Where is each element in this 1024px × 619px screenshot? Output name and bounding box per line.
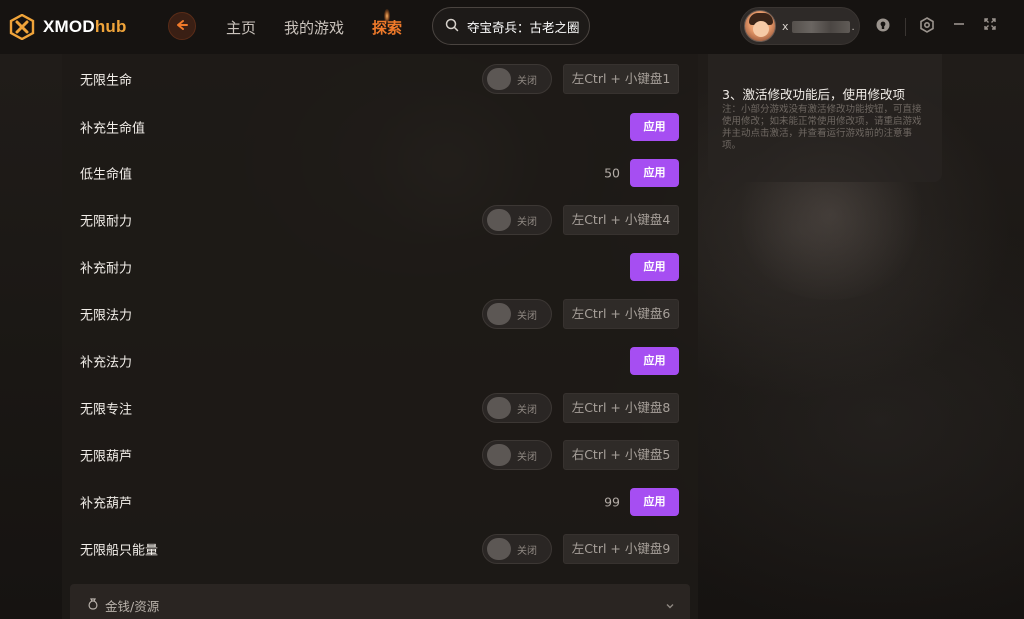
arrow-left-icon: [175, 17, 189, 36]
avatar: [744, 10, 776, 42]
instruction-card: 3、激活修改功能后，使用修改项 注：小部分游戏没有激活修改功能按钮，可直接使用修…: [708, 54, 942, 182]
cheat-row: 低生命值 50 应用: [62, 150, 698, 196]
cheat-row: 无限葫芦 关闭 右Ctrl + 小键盘5: [62, 432, 698, 478]
cheat-toggle[interactable]: 关闭: [482, 440, 552, 470]
instruction-step: 3、激活修改功能后，使用修改项: [722, 87, 905, 102]
cheat-value[interactable]: 50: [604, 166, 620, 181]
cheat-label: 无限法力: [80, 308, 133, 324]
hotkey-field[interactable]: 左Ctrl + 小键盘9: [563, 534, 679, 564]
apply-button[interactable]: 应用: [630, 159, 679, 187]
cheat-row: 补充葫芦 99 应用: [62, 479, 698, 525]
logo-text: XMODhub: [43, 17, 127, 36]
hotkey-field[interactable]: 左Ctrl + 小键盘1: [563, 64, 679, 94]
hotkey-field[interactable]: 左Ctrl + 小键盘6: [563, 299, 679, 329]
main-nav: 主页 我的游戏 探索: [226, 0, 430, 54]
cheat-row: 补充耐力 应用: [62, 244, 698, 290]
cheat-label: 补充法力: [80, 355, 133, 371]
back-button[interactable]: [168, 12, 196, 40]
cheat-label: 无限专注: [80, 402, 133, 418]
cheat-label: 无限生命: [80, 73, 133, 89]
top-bar: XMODhub 主页 我的游戏 探索 夺宝奇兵：古老之圈 x.: [0, 0, 1024, 54]
cheat-label: 低生命值: [80, 167, 133, 183]
apply-button[interactable]: 应用: [630, 253, 679, 281]
minimize-icon[interactable]: [952, 17, 966, 31]
cheat-label: 补充生命值: [80, 121, 146, 137]
cheat-label: 无限船只能量: [80, 543, 159, 559]
xmod-logo-icon: [9, 13, 35, 41]
divider: [905, 18, 906, 36]
notification-icon[interactable]: [875, 17, 891, 33]
chevron-down-icon[interactable]: [664, 597, 676, 616]
search-icon: [445, 17, 459, 36]
cheat-row: 无限专注 关闭 左Ctrl + 小键盘8: [62, 385, 698, 431]
cheat-row: 无限船只能量 关闭 左Ctrl + 小键盘9: [62, 526, 698, 572]
cheat-value[interactable]: 99: [604, 495, 620, 510]
money-bag-icon: [86, 596, 100, 615]
cheat-toggle[interactable]: 关闭: [482, 205, 552, 235]
cheat-toggle[interactable]: 关闭: [482, 299, 552, 329]
cheat-row: 补充生命值 应用: [62, 104, 698, 150]
cheat-label: 补充耐力: [80, 261, 133, 277]
username: x.: [782, 19, 855, 33]
cheat-row: 无限耐力 关闭 左Ctrl + 小键盘4: [62, 197, 698, 243]
cheat-panel: 无限生命 关闭 左Ctrl + 小键盘1 补充生命值 应用 低生命值 50 应用…: [62, 54, 698, 619]
cheat-toggle[interactable]: 关闭: [482, 534, 552, 564]
instruction-note: 注：小部分游戏没有激活修改功能按钮，可直接使用修改；如未能正常使用修改项，请重启…: [722, 104, 922, 151]
cheat-toggle[interactable]: 关闭: [482, 64, 552, 94]
hotkey-field[interactable]: 左Ctrl + 小键盘8: [563, 393, 679, 423]
active-indicator: [384, 8, 391, 23]
nav-my-games[interactable]: 我的游戏: [284, 17, 344, 38]
settings-icon[interactable]: [919, 17, 935, 33]
user-menu[interactable]: x.: [740, 7, 860, 45]
search-box[interactable]: 夺宝奇兵：古老之圈: [432, 7, 590, 45]
cheat-label: 无限葫芦: [80, 449, 133, 465]
apply-button[interactable]: 应用: [630, 347, 679, 375]
fullscreen-icon[interactable]: [983, 17, 997, 31]
cheat-row: 无限生命 关闭 左Ctrl + 小键盘1: [62, 56, 698, 102]
cheat-label: 补充葫芦: [80, 496, 133, 512]
search-input[interactable]: 夺宝奇兵：古老之圈: [467, 17, 580, 36]
cheat-row: 补充法力 应用: [62, 338, 698, 384]
cheat-label: 无限耐力: [80, 214, 133, 230]
section-title: 金钱/资源: [105, 599, 160, 614]
hotkey-field[interactable]: 右Ctrl + 小键盘5: [563, 440, 679, 470]
nav-home[interactable]: 主页: [226, 17, 256, 38]
apply-button[interactable]: 应用: [630, 488, 679, 516]
hotkey-field[interactable]: 左Ctrl + 小键盘4: [563, 205, 679, 235]
apply-button[interactable]: 应用: [630, 113, 679, 141]
nav-explore[interactable]: 探索: [372, 8, 402, 38]
logo[interactable]: XMODhub: [9, 13, 159, 41]
section-money-resources[interactable]: 金钱/资源: [70, 584, 690, 619]
cheat-toggle[interactable]: 关闭: [482, 393, 552, 423]
cheat-row: 无限法力 关闭 左Ctrl + 小键盘6: [62, 291, 698, 337]
